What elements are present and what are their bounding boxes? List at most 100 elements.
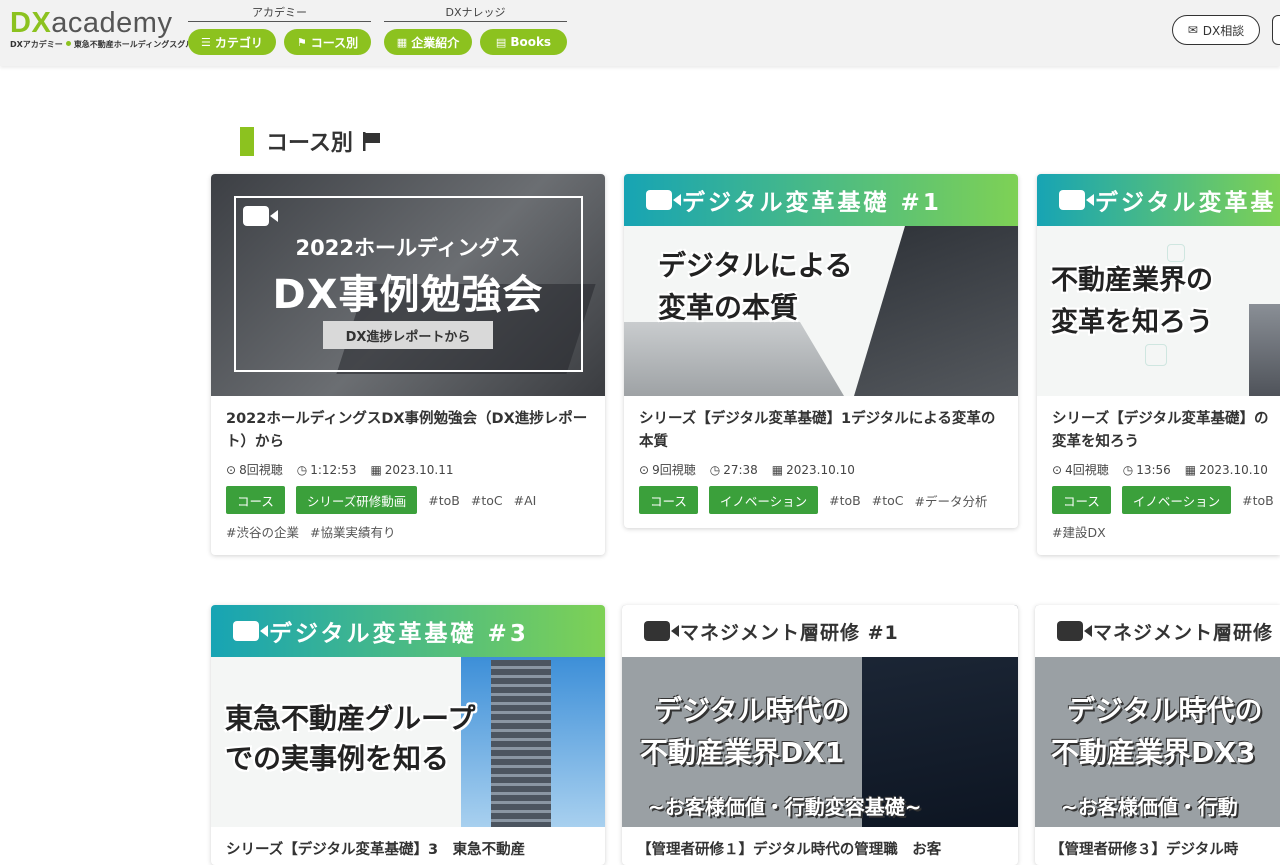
hashtag-link[interactable]: #toC [872, 493, 904, 508]
tag-button[interactable]: シリーズ研修動画 [295, 486, 418, 514]
duration-meta: ◷ 1:12:53 [297, 463, 357, 477]
site-logo[interactable]: DXacademy DXアカデミー 東急不動産ホールディングスグループ [10, 7, 209, 50]
views-meta: ⊙ 9回視聴 [639, 461, 696, 478]
calendar-icon: ▦ [1184, 462, 1197, 477]
thumb-badge: DX進捗レポートから [323, 321, 493, 349]
site-header: DXacademy DXアカデミー 東急不動産ホールディングスグループ アカデミー… [0, 0, 1280, 66]
course-thumbnail[interactable]: 2022ホールディングス DX事例勉強会 DX進捗レポートから [211, 174, 605, 396]
course-title[interactable]: 2022ホールディングスDX事例勉強会（DX進捗レポート）から [226, 408, 590, 454]
play-icon: ⊙ [639, 462, 650, 477]
hashtag-link[interactable]: #toB [1242, 493, 1274, 508]
thumb-line1: デジタル時代の [1067, 694, 1263, 727]
play-icon: ⊙ [1052, 462, 1063, 477]
logo-brand-dx: DX [10, 7, 52, 39]
views-meta: ⊙ 4回視聴 [1052, 461, 1109, 478]
course-title[interactable]: シリーズ【デジタル変革基礎】の変革を知ろう [1052, 408, 1280, 454]
book-icon: ▤ [495, 35, 507, 49]
duration: 1:12:53 [310, 462, 357, 477]
hashtag-link[interactable]: #toC [471, 493, 503, 508]
mail-icon: ✉ [1187, 23, 1198, 37]
views-meta: ⊙ 8回視聴 [226, 461, 283, 478]
video-camera-icon [243, 206, 278, 226]
play-icon: ⊙ [226, 462, 237, 477]
header-edge-button[interactable] [1272, 15, 1280, 45]
hashtag-link[interactable]: #データ分析 [915, 491, 988, 510]
page-title: コース別 [266, 131, 353, 156]
nav-group-title: DXナレッジ [384, 6, 567, 22]
course-card[interactable]: マネジメント層研修 デジタル時代の 不動産業界DX3 ~お客様価値・行動 【管理… [1035, 605, 1280, 865]
hashtag-link[interactable]: #toB [829, 493, 861, 508]
course-card[interactable]: マネジメント層研修 #1 デジタル時代の 不動産業界DX1 ~お客様価値・行動変… [622, 605, 1018, 865]
banner-label: マネジメント層研修 #1 [680, 621, 899, 644]
course-thumbnail[interactable]: マネジメント層研修 #1 デジタル時代の 不動産業界DX1 ~お客様価値・行動変… [622, 605, 1018, 827]
course-thumbnail[interactable]: デジタル変革基礎 #3 東急不動産グループ での実事例を知る [211, 605, 605, 827]
nav-group-academy: アカデミー ☰ カテゴリ ⚑ コース別 [188, 6, 371, 55]
nav-button-label: コース別 [310, 35, 359, 50]
tag-button[interactable]: コース [226, 486, 285, 514]
video-camera-icon [644, 621, 679, 641]
date: 2023.10.10 [1199, 462, 1268, 477]
date: 2023.10.10 [786, 462, 855, 477]
course-card[interactable]: デジタル変革基 不動産業界の 変革を知ろう シリーズ【デジタル変革基礎】の変革を… [1037, 174, 1280, 555]
thumb-line1: 東急不動産グループ [225, 702, 476, 735]
clock-icon: ◷ [709, 462, 721, 477]
tag-button[interactable]: イノベーション [1121, 486, 1232, 514]
flag-icon [362, 132, 380, 151]
banner-label: デジタル変革基礎 #3 [269, 621, 529, 647]
views-count: 9回視聴 [652, 463, 696, 477]
duration-meta: ◷ 13:56 [1123, 463, 1171, 477]
clock-icon: ◷ [296, 462, 308, 477]
video-camera-icon [1059, 190, 1094, 210]
banner-label: マネジメント層研修 [1093, 621, 1274, 644]
hashtag-link[interactable]: #AI [514, 493, 537, 508]
hashtag-link[interactable]: #協業実績有り [310, 522, 395, 541]
tag-button[interactable]: コース [1052, 486, 1111, 514]
course-banner: デジタル変革基礎 #1 [624, 174, 1018, 226]
nav-button-label: 企業紹介 [411, 35, 460, 50]
nav-category-button[interactable]: ☰ カテゴリ [188, 29, 276, 55]
section-heading: コース別 [240, 126, 383, 156]
banner-label: デジタル変革基礎 #1 [682, 190, 942, 216]
course-title[interactable]: 【管理者研修１】デジタル時代の管理職 お客 [637, 839, 1003, 865]
thumb-line1: デジタル時代の [654, 694, 850, 727]
thumb-line2: での実事例を知る [225, 742, 450, 775]
course-thumbnail[interactable]: マネジメント層研修 デジタル時代の 不動産業界DX3 ~お客様価値・行動 [1035, 605, 1280, 827]
course-card[interactable]: デジタル変革基礎 #3 東急不動産グループ での実事例を知る シリーズ【デジタル… [211, 605, 605, 865]
nav-company-button[interactable]: ▦ 企業紹介 [384, 29, 472, 55]
course-card[interactable]: デジタル変革基礎 #1 デジタルによる 変革の本質 シリーズ【デジタル変革基礎】… [624, 174, 1018, 528]
course-thumbnail[interactable]: デジタル変革基 不動産業界の 変革を知ろう [1037, 174, 1280, 396]
thumb-line1: 2022ホールディングス [295, 236, 521, 260]
views-count: 4回視聴 [1065, 463, 1109, 477]
hashtag-link[interactable]: #渋谷の企業 [226, 522, 299, 541]
course-banner: デジタル変革基礎 #3 [211, 605, 605, 657]
course-banner: マネジメント層研修 [1035, 605, 1280, 657]
thumb-line3: ~お客様価値・行動 [1061, 795, 1238, 819]
calendar-icon: ▦ [771, 462, 784, 477]
dx-consult-button[interactable]: ✉ DX相談 [1172, 15, 1260, 45]
course-thumbnail[interactable]: デジタル変革基礎 #1 デジタルによる 変革の本質 [624, 174, 1018, 396]
thumb-line2: 変革を知ろう [1051, 307, 1213, 338]
thumb-line1: 不動産業界の [1051, 265, 1213, 296]
course-title[interactable]: 【管理者研修３】デジタル時 [1050, 839, 1280, 865]
tag-button[interactable]: コース [639, 486, 698, 514]
course-title[interactable]: シリーズ【デジタル変革基礎】3 東急不動産 [226, 839, 590, 865]
logo-brand-academy: academy [51, 7, 173, 39]
duration-meta: ◷ 27:38 [710, 463, 758, 477]
section-accent-bar [240, 126, 254, 156]
course-title[interactable]: シリーズ【デジタル変革基礎】1デジタルによる変革の本質 [639, 408, 1003, 454]
video-camera-icon [646, 190, 681, 210]
flag-icon: ⚑ [296, 35, 307, 49]
hashtag-link[interactable]: #toB [428, 493, 460, 508]
thumb-line2: 不動産業界DX1 [640, 736, 845, 769]
hashtag-link[interactable]: #建設DX [1052, 522, 1106, 541]
nav-books-button[interactable]: ▤ Books [480, 29, 567, 55]
nav-course-button[interactable]: ⚑ コース別 [284, 29, 371, 55]
thumb-line2: 変革の本質 [658, 291, 799, 324]
tag-button[interactable]: イノベーション [708, 486, 819, 514]
course-card[interactable]: 2022ホールディングス DX事例勉強会 DX進捗レポートから 2022ホールデ… [211, 174, 605, 555]
duration: 27:38 [723, 462, 758, 477]
thumb-line1: デジタルによる [658, 249, 853, 282]
date: 2023.10.11 [384, 462, 454, 477]
clock-icon: ◷ [1122, 462, 1134, 477]
building-icon: ▦ [396, 35, 408, 49]
